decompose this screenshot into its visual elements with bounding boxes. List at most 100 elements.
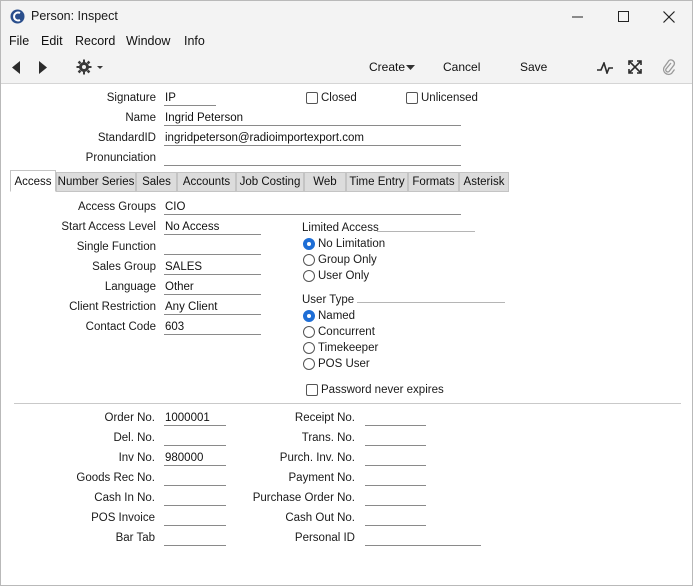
cash-out-no-label: Cash Out No.: [285, 512, 355, 524]
close-icon: [663, 10, 675, 23]
del-no-label: Del. No.: [113, 432, 155, 444]
tab-access[interactable]: Access: [10, 170, 56, 192]
order-no-label: Order No.: [104, 412, 156, 424]
receipt-no-field[interactable]: [365, 411, 426, 426]
menu-window[interactable]: Window: [126, 34, 170, 48]
radio-named-label: Named: [318, 310, 356, 322]
language-label: Language: [104, 281, 156, 293]
goods-rec-no-field[interactable]: [164, 471, 226, 486]
section-divider: [14, 403, 681, 404]
menu-file[interactable]: File: [9, 34, 29, 48]
purch-inv-no-field[interactable]: [365, 451, 426, 466]
tab-web[interactable]: Web: [304, 172, 346, 192]
order-no-field[interactable]: 1000001: [164, 411, 226, 426]
payment-no-field[interactable]: [365, 471, 426, 486]
goods-rec-no-label: Goods Rec No.: [76, 472, 155, 484]
cash-out-no-field[interactable]: [365, 511, 426, 526]
tab-sales[interactable]: Sales: [136, 172, 177, 192]
tab-time-entry[interactable]: Time Entry: [346, 172, 408, 192]
purchase-order-no-field[interactable]: [365, 491, 426, 506]
cash-in-no-field[interactable]: [164, 491, 226, 506]
payment-no-label: Payment No.: [288, 472, 355, 484]
radio-concurrent-label: Concurrent: [318, 326, 375, 338]
pos-invoice-label: POS Invoice: [91, 512, 155, 524]
signature-field[interactable]: IP: [164, 91, 216, 106]
start-access-level-field[interactable]: No Access: [164, 220, 261, 235]
language-field[interactable]: Other: [164, 280, 261, 295]
name-field[interactable]: Ingrid Peterson: [164, 111, 461, 126]
tab-asterisk[interactable]: Asterisk: [459, 172, 509, 192]
client-restriction-label: Client Restriction: [69, 301, 156, 313]
chevron-down-icon[interactable]: [406, 65, 415, 71]
radio-pos-user[interactable]: [303, 358, 315, 370]
radio-timekeeper[interactable]: [303, 342, 315, 354]
app-icon: [10, 9, 25, 24]
access-groups-field[interactable]: CIO: [164, 200, 461, 215]
radio-user-only[interactable]: [303, 270, 315, 282]
forward-arrow-icon[interactable]: [38, 61, 48, 74]
maximize-button[interactable]: [600, 1, 646, 32]
create-button[interactable]: Create: [369, 60, 405, 74]
title-bar: Person: Inspect: [1, 1, 692, 32]
tab-accounts[interactable]: Accounts: [177, 172, 236, 192]
tab-job-costing[interactable]: Job Costing: [236, 172, 304, 192]
menu-record[interactable]: Record: [75, 34, 115, 48]
name-label: Name: [125, 112, 156, 124]
receipt-no-label: Receipt No.: [294, 412, 355, 424]
pronunciation-field[interactable]: [164, 151, 461, 166]
single-function-field[interactable]: [164, 240, 261, 255]
menu-info[interactable]: Info: [184, 34, 205, 48]
client-restriction-field[interactable]: Any Client: [164, 300, 261, 315]
user-type-divider: [357, 302, 505, 303]
radio-user-only-label: User Only: [318, 270, 370, 282]
pronunciation-label: Pronunciation: [85, 152, 156, 164]
limited-access-title: Limited Access: [302, 222, 379, 234]
limited-access-divider: [377, 231, 475, 232]
signature-label: Signature: [106, 92, 156, 104]
sales-group-field[interactable]: SALES: [164, 260, 261, 275]
radio-no-limitation[interactable]: [303, 238, 315, 250]
password-never-expires-label: Password never expires: [321, 384, 444, 396]
radio-group-only[interactable]: [303, 254, 315, 266]
trans-no-field[interactable]: [365, 431, 426, 446]
save-button[interactable]: Save: [520, 60, 547, 74]
back-arrow-icon[interactable]: [11, 61, 21, 74]
expand-icon[interactable]: [628, 60, 642, 74]
pos-invoice-field[interactable]: [164, 511, 226, 526]
cash-in-no-label: Cash In No.: [94, 492, 155, 504]
contact-code-label: Contact Code: [85, 321, 156, 333]
standardid-label: StandardID: [97, 132, 156, 144]
trans-no-label: Trans. No.: [301, 432, 355, 444]
user-type-title: User Type: [302, 294, 355, 306]
close-button[interactable]: [646, 1, 692, 32]
purch-inv-no-label: Purch. Inv. No.: [279, 452, 355, 464]
radio-group-only-label: Group Only: [318, 254, 377, 266]
minimize-button[interactable]: [554, 1, 600, 32]
gear-icon[interactable]: [76, 59, 104, 75]
tab-formats[interactable]: Formats: [408, 172, 459, 192]
tab-number-series[interactable]: Number Series: [56, 172, 136, 192]
unlicensed-checkbox-label: Unlicensed: [421, 92, 478, 104]
access-groups-label: Access Groups: [78, 201, 156, 213]
del-no-field[interactable]: [164, 431, 226, 446]
purchase-order-no-label: Purchase Order No.: [252, 492, 355, 504]
paperclip-icon[interactable]: [662, 59, 676, 76]
inv-no-label: Inv No.: [118, 452, 155, 464]
radio-pos-user-label: POS User: [318, 358, 370, 370]
radio-concurrent[interactable]: [303, 326, 315, 338]
personal-id-field[interactable]: [365, 531, 481, 546]
pulse-icon[interactable]: [597, 62, 613, 74]
password-never-expires-checkbox[interactable]: [306, 384, 318, 396]
cancel-button[interactable]: Cancel: [443, 60, 480, 74]
unlicensed-checkbox[interactable]: [406, 92, 418, 104]
inv-no-field[interactable]: 980000: [164, 451, 226, 466]
start-access-level-label: Start Access Level: [61, 221, 156, 233]
radio-named[interactable]: [303, 310, 315, 322]
closed-checkbox[interactable]: [306, 92, 318, 104]
radio-timekeeper-label: Timekeeper: [318, 342, 379, 354]
standardid-field[interactable]: ingridpeterson@radioimportexport.com: [164, 131, 461, 146]
contact-code-field[interactable]: 603: [164, 320, 261, 335]
bar-tab-field[interactable]: [164, 531, 226, 546]
minimize-icon: [571, 16, 583, 18]
menu-edit[interactable]: Edit: [41, 34, 63, 48]
